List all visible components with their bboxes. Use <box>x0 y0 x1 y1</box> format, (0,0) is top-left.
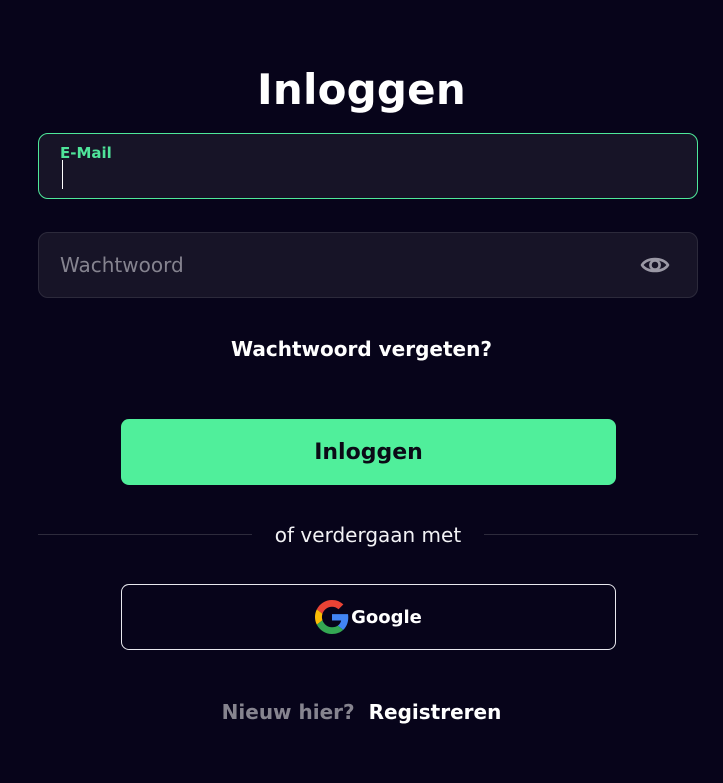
divider-line-left <box>38 534 252 535</box>
google-button-label: Google <box>351 606 422 628</box>
register-prompt: Nieuw hier? Registreren <box>0 698 723 726</box>
register-link[interactable]: Registreren <box>369 700 502 724</box>
login-page: Inloggen E-Mail Wachtwoord vergeten? Inl… <box>0 0 723 783</box>
page-title: Inloggen <box>257 65 466 115</box>
email-field[interactable]: E-Mail <box>38 133 698 199</box>
forgot-password-link[interactable]: Wachtwoord vergeten? <box>0 336 723 362</box>
new-here-text: Nieuw hier? <box>221 700 355 724</box>
google-login-button[interactable]: Google <box>121 584 616 650</box>
email-input[interactable] <box>60 148 620 198</box>
eye-icon[interactable] <box>639 250 671 280</box>
login-button[interactable]: Inloggen <box>121 419 616 485</box>
password-input[interactable] <box>60 233 620 297</box>
password-field[interactable] <box>38 232 698 298</box>
google-logo-icon <box>315 600 349 634</box>
divider-line-right <box>484 534 698 535</box>
divider-text: of verdergaan met <box>274 523 462 547</box>
